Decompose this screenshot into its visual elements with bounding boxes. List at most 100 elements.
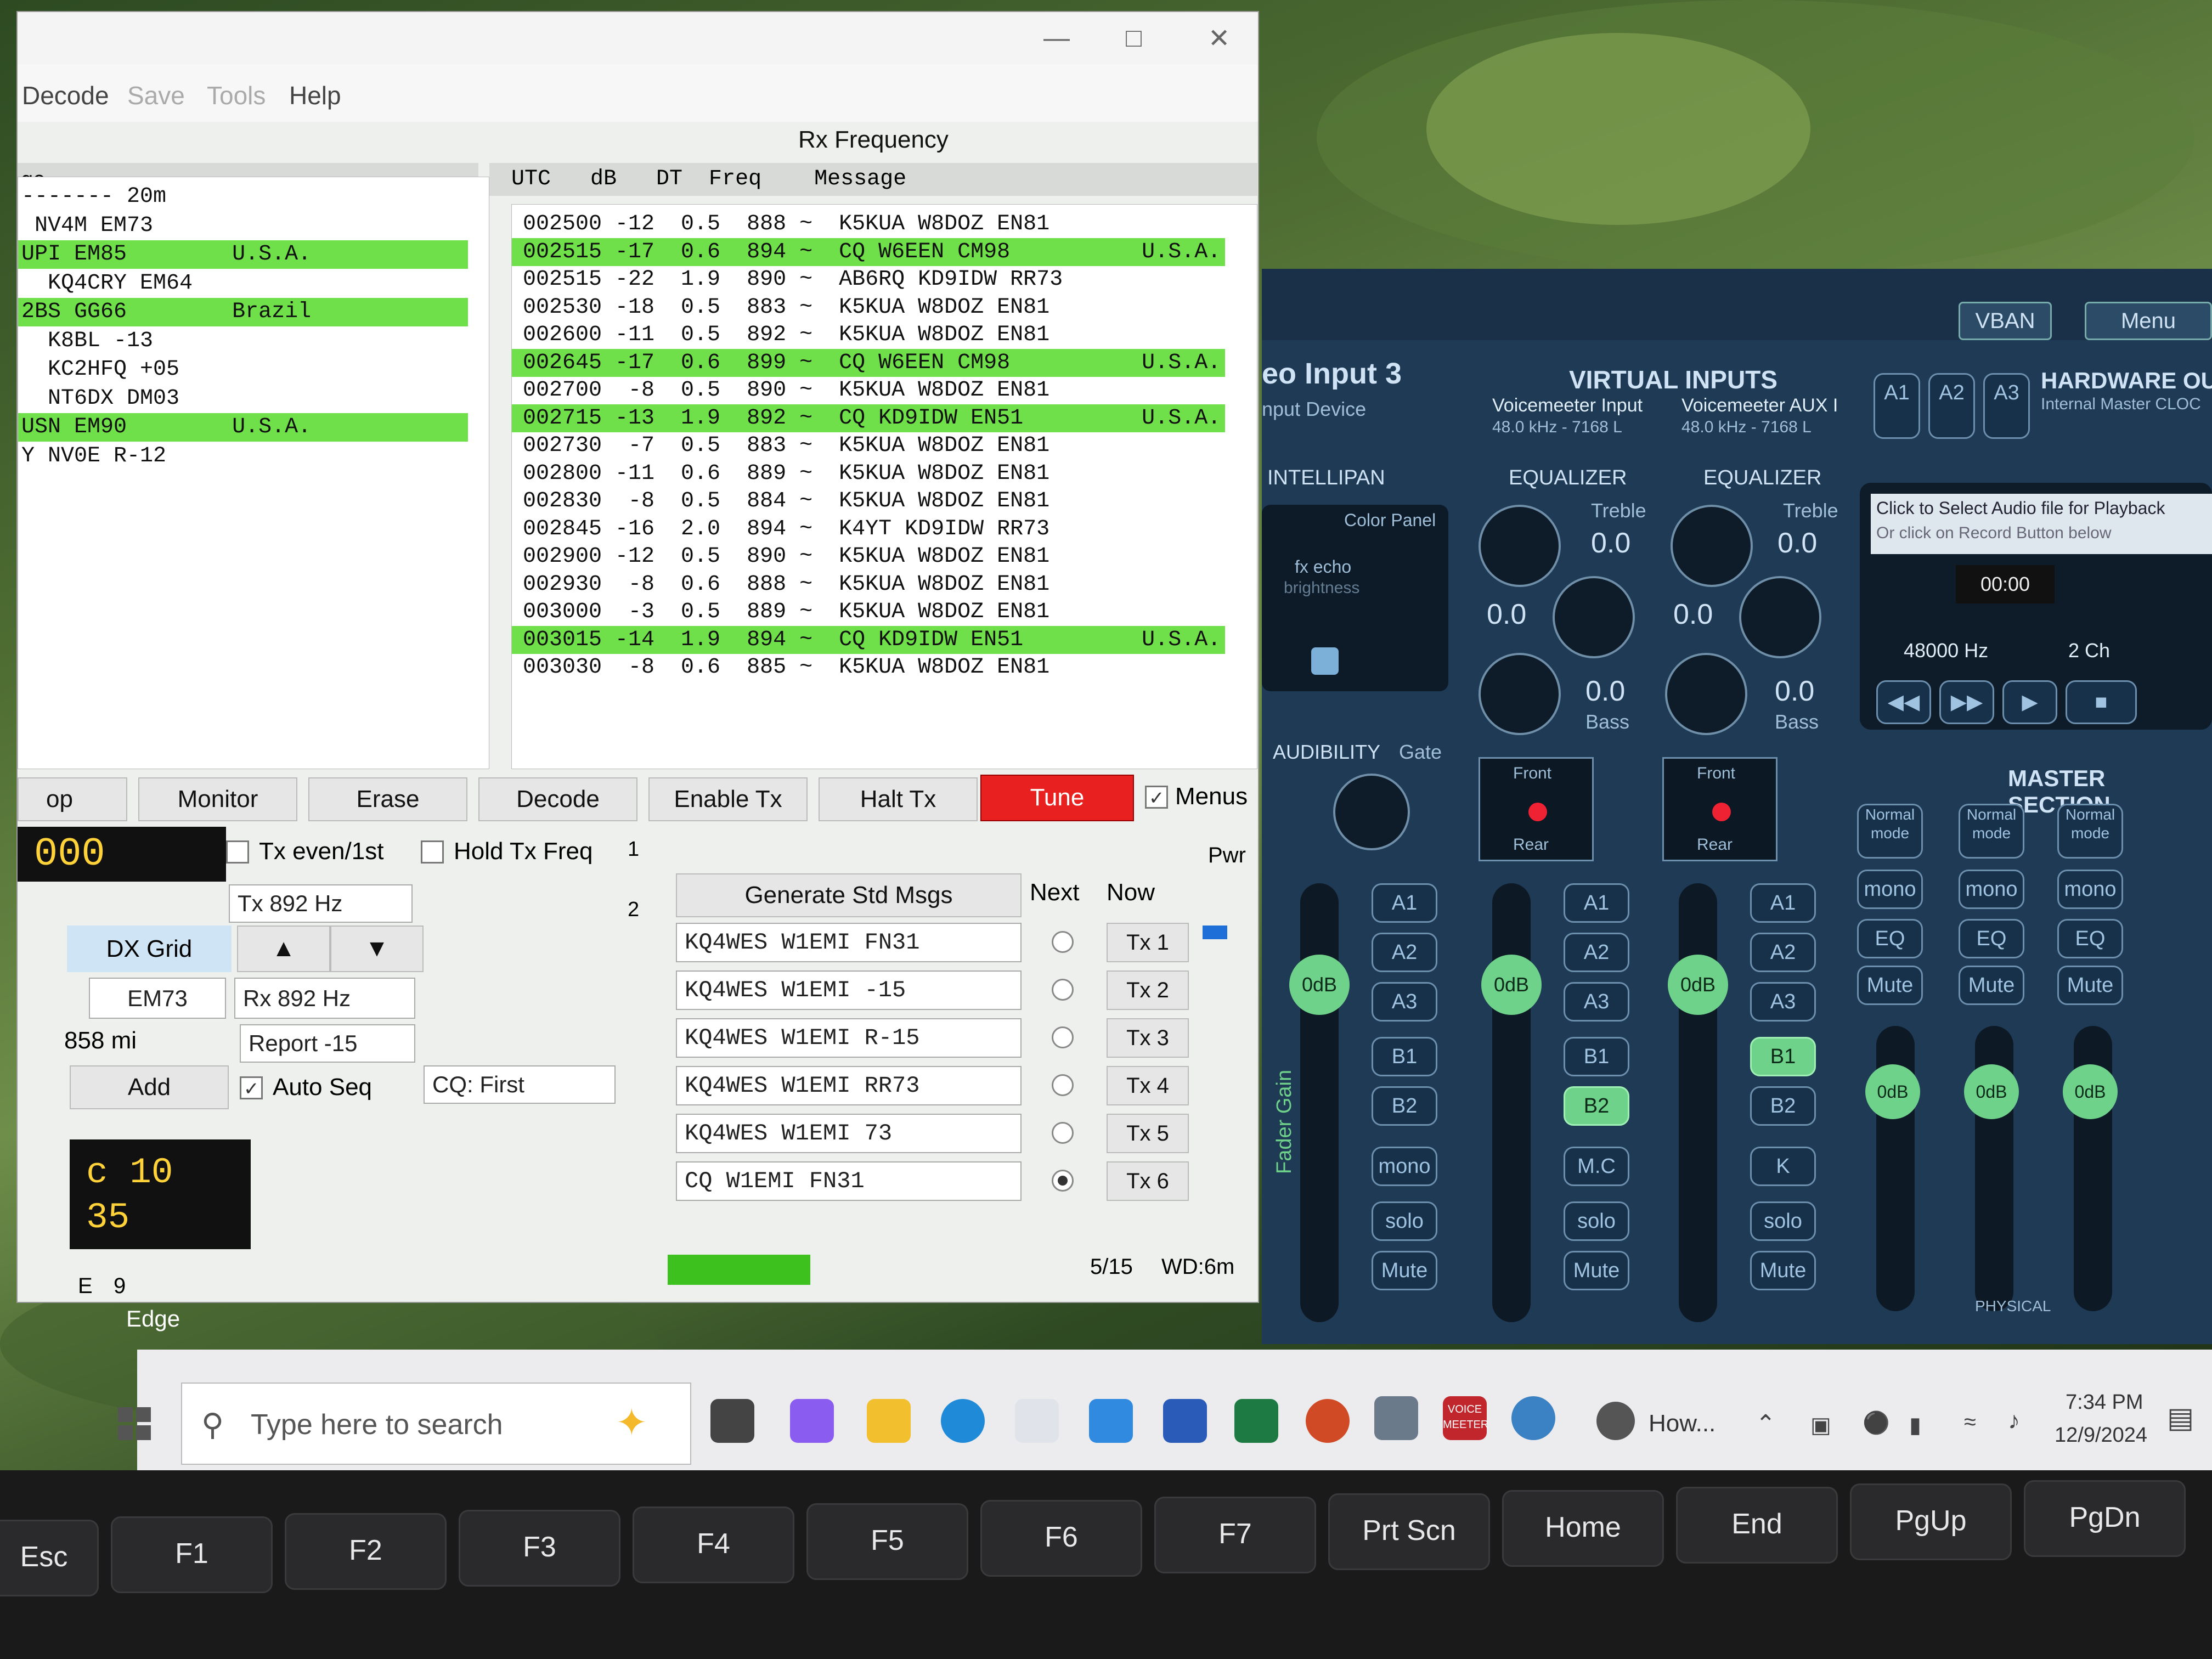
strip1-mute[interactable]: Mute (1372, 1251, 1437, 1290)
strip2-a3[interactable]: A3 (1564, 982, 1629, 1022)
master-a3-mode[interactable]: Normal mode (2057, 804, 2123, 859)
key-pgdn[interactable]: PgDn (2024, 1480, 2186, 1557)
rx-frequency-row[interactable]: 002830 -8 0.5 884 ~ K5KUA W8DOZ EN81 (512, 487, 1225, 515)
battery-icon[interactable]: ▮ (1909, 1413, 1921, 1438)
excel-icon[interactable] (1234, 1399, 1278, 1443)
chevron-up-icon[interactable]: ⌃ (1756, 1410, 1776, 1438)
master-a1-eq[interactable]: EQ (1857, 919, 1923, 958)
rx-frequency-row[interactable]: 003000 -3 0.5 889 ~ K5KUA W8DOZ EN81 (512, 598, 1225, 626)
strip3-fader-handle[interactable]: 0dB (1668, 955, 1728, 1015)
band-activity-row[interactable]: UPI EM85 U.S.A. (18, 240, 468, 269)
gate-knob[interactable] (1333, 774, 1410, 850)
master-a1-handle[interactable]: 0dB (1865, 1064, 1920, 1119)
rx-frequency-row[interactable]: 002930 -8 0.6 888 ~ K5KUA W8DOZ EN81 (512, 571, 1225, 599)
windows-start-icon[interactable] (118, 1407, 151, 1440)
rx-frequency-row[interactable]: 003015 -14 1.9 894 ~ CQ KD9IDW EN51 U.S.… (512, 625, 1225, 654)
next-radio-2[interactable] (1052, 979, 1074, 1001)
key-home[interactable]: Home (1502, 1490, 1664, 1567)
band-down-button[interactable]: ▼ (330, 926, 424, 972)
add-button[interactable]: Add (70, 1065, 229, 1109)
stop-button[interactable]: op (18, 777, 127, 821)
strip3-a2[interactable]: A2 (1750, 933, 1816, 972)
cq-mode-select[interactable]: CQ: First (424, 1065, 616, 1104)
rx-frequency-row[interactable]: 002645 -17 0.6 899 ~ CQ W6EEN CM98 U.S.A… (512, 348, 1225, 377)
master-a1-mute[interactable]: Mute (1857, 966, 1923, 1005)
band-activity-row[interactable]: 2BS GG66 Brazil (18, 298, 468, 326)
menus-checkbox[interactable]: ✓ (1145, 786, 1168, 809)
strip3-mute[interactable]: Mute (1750, 1251, 1816, 1290)
strip2-mc[interactable]: M.C (1564, 1147, 1629, 1186)
auto-seq-checkbox[interactable]: ✓ (240, 1076, 263, 1099)
tx-even-checkbox[interactable] (226, 840, 249, 864)
band-activity-row[interactable]: K8BL -13 (18, 327, 468, 356)
strip3-b2[interactable]: B2 (1750, 1086, 1816, 1126)
rx-frequency-row[interactable]: 002500 -12 0.5 888 ~ K5KUA W8DOZ EN81 (512, 210, 1225, 238)
rx-frequency-row[interactable]: 002515 -22 1.9 890 ~ AB6RQ KD9IDW RR73 (512, 266, 1225, 294)
hold-tx-freq-checkbox[interactable] (421, 840, 444, 864)
next-radio-6[interactable] (1052, 1170, 1074, 1192)
eq2-knob-bottom[interactable] (1665, 653, 1747, 735)
key-f1[interactable]: F1 (111, 1516, 273, 1593)
pan2-cursor[interactable] (1712, 803, 1731, 821)
menu-decode[interactable]: Decode (22, 81, 109, 110)
tx-now-button-6[interactable]: Tx 6 (1107, 1161, 1189, 1201)
eq2-knob-top[interactable] (1671, 505, 1753, 587)
stop-button[interactable]: ■ (2066, 680, 2137, 724)
master-a3-handle[interactable]: 0dB (2063, 1064, 2118, 1119)
rx-frequency-row[interactable]: 002700 -8 0.5 890 ~ K5KUA W8DOZ EN81 (512, 376, 1225, 404)
minimize-icon[interactable]: — (1043, 23, 1070, 53)
strip1-mono[interactable]: mono (1372, 1147, 1437, 1186)
master-a2-mode[interactable]: Normal mode (1959, 804, 2024, 859)
menu-help[interactable]: Help (289, 81, 341, 110)
maximize-icon[interactable]: □ (1126, 23, 1142, 53)
strip3-fader[interactable] (1679, 883, 1717, 1322)
tx-now-button-3[interactable]: Tx 3 (1107, 1018, 1189, 1058)
rewind-button[interactable]: ◀◀ (1876, 680, 1931, 724)
edge-browser-icon[interactable] (941, 1399, 985, 1443)
strip1-a3[interactable]: A3 (1372, 982, 1437, 1022)
eq1-knob-top[interactable] (1479, 505, 1561, 587)
tab-1[interactable]: 1 (628, 838, 639, 861)
strip3-a1[interactable]: A1 (1750, 883, 1816, 923)
playback-file-select[interactable]: Click to Select Audio file for Playback … (1871, 494, 2212, 554)
strip3-k[interactable]: K (1750, 1147, 1816, 1186)
weather-label[interactable]: How... (1649, 1410, 1716, 1437)
master-a2-mute[interactable]: Mute (1959, 966, 2024, 1005)
tx-message-field-3[interactable]: KQ4WES W1EMI R-15 (676, 1018, 1022, 1058)
key-f6[interactable]: F6 (980, 1500, 1142, 1577)
strip1-solo[interactable]: solo (1372, 1201, 1437, 1241)
decode-button[interactable]: Decode (478, 777, 637, 821)
volume-icon[interactable]: ♪ (2008, 1407, 2020, 1435)
tx-now-button-4[interactable]: Tx 4 (1107, 1066, 1189, 1105)
tx-message-field-2[interactable]: KQ4WES W1EMI -15 (676, 970, 1022, 1010)
generate-std-msgs-button[interactable]: Generate Std Msgs (676, 873, 1022, 917)
strip2-a1[interactable]: A1 (1564, 883, 1629, 923)
tx-message-field-6[interactable]: CQ W1EMI FN31 (676, 1161, 1022, 1201)
strip2-fader[interactable] (1492, 883, 1531, 1322)
menu-save[interactable]: Save (127, 81, 185, 110)
word-icon[interactable] (1163, 1399, 1207, 1443)
weather-icon[interactable] (1596, 1402, 1635, 1440)
strip1-a2[interactable]: A2 (1372, 933, 1437, 972)
band-up-button[interactable]: ▲ (237, 926, 330, 972)
master-a2-handle[interactable]: 0dB (1964, 1064, 2019, 1119)
a3-select[interactable]: A3 (1983, 373, 2030, 439)
next-radio-3[interactable] (1052, 1026, 1074, 1048)
rx-frequency-spinbox[interactable]: Rx 892 Hz (234, 978, 415, 1019)
dx-grid-field[interactable]: EM73 (89, 978, 226, 1019)
rx-frequency-list[interactable]: 002500 -12 0.5 888 ~ K5KUA W8DOZ EN81 002… (511, 204, 1257, 769)
vm-menu-button[interactable]: Menu (2085, 302, 2212, 340)
task-view-icon[interactable] (710, 1399, 754, 1443)
erase-button[interactable]: Erase (308, 777, 467, 821)
vban-button[interactable]: VBAN (1959, 302, 2052, 340)
app-icon[interactable] (1374, 1396, 1418, 1440)
rx-frequency-row[interactable]: 002730 -7 0.5 883 ~ K5KUA W8DOZ EN81 (512, 432, 1225, 460)
key-esc[interactable]: Esc (0, 1520, 99, 1596)
rx-frequency-row[interactable]: 002530 -18 0.5 883 ~ K5KUA W8DOZ EN81 (512, 294, 1225, 321)
strip3-solo[interactable]: solo (1750, 1201, 1816, 1241)
halt-tx-button[interactable]: Halt Tx (819, 777, 978, 821)
key-f3[interactable]: F3 (459, 1510, 620, 1587)
rx-frequency-row[interactable]: 002800 -11 0.6 889 ~ K5KUA W8DOZ EN81 (512, 460, 1225, 488)
monitor-button[interactable]: Monitor (138, 777, 297, 821)
intellipan-pad[interactable]: Color Panel fx echo brightness (1262, 505, 1448, 691)
